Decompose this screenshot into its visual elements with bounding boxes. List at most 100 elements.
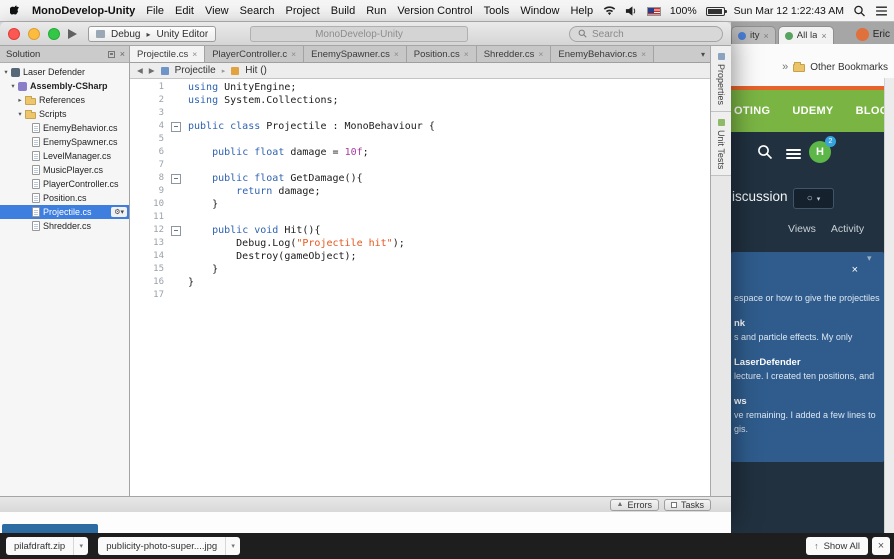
code-line[interactable]: 17	[130, 289, 710, 302]
run-configuration-selector[interactable]: Debug ▸ Unity Editor	[88, 26, 217, 42]
panel-close-icon[interactable]: ×	[852, 264, 858, 276]
browser-tab-ity[interactable]: ity ×	[731, 26, 776, 44]
input-language-flag-icon[interactable]	[646, 6, 661, 16]
window-zoom-button[interactable]	[48, 28, 60, 40]
navigate-back-icon[interactable]: ◀	[137, 66, 143, 75]
code-line[interactable]: 8 public float GetDamage(){	[130, 172, 710, 185]
discussion-filter-dropdown[interactable]: ○ ▾	[793, 188, 834, 209]
editor-tab-projectile-cs[interactable]: Projectile.cs ×	[130, 46, 206, 62]
browser-tab-all-la[interactable]: All la ×	[777, 26, 834, 44]
editor-tab-position-cs[interactable]: Position.cs ×	[406, 46, 477, 62]
section-tab-activity[interactable]: Activity	[831, 223, 864, 235]
active-app-menu[interactable]: MonoDevelop-Unity	[32, 5, 135, 17]
dock-tab-properties[interactable]: Properties	[711, 46, 731, 113]
tasks-button[interactable]: Tasks	[663, 498, 711, 511]
toolbar-search-field[interactable]: Search	[569, 26, 723, 42]
tab-close-icon[interactable]: ×	[192, 49, 197, 59]
menu-window[interactable]: Window	[520, 5, 559, 17]
code-line[interactable]: 3	[130, 107, 710, 120]
navigate-forward-icon[interactable]: ▶	[149, 66, 155, 75]
menu-view[interactable]: View	[205, 5, 229, 17]
breadcrumb-class[interactable]: Projectile	[175, 65, 216, 76]
tree-item-assembly-csharp[interactable]: ▾ Assembly-CSharp	[0, 79, 129, 93]
collapse-chevron-icon[interactable]: ▾	[867, 253, 872, 264]
menu-edit[interactable]: Edit	[175, 5, 194, 17]
tab-close-icon[interactable]: ×	[394, 49, 399, 59]
notification-center-icon[interactable]	[875, 5, 888, 17]
expander-icon[interactable]: ▾	[16, 110, 24, 118]
code-line[interactable]: 9 return damage;	[130, 185, 710, 198]
window-close-button[interactable]	[8, 28, 20, 40]
code-line[interactable]: 13 Debug.Log("Projectile hit");	[130, 237, 710, 250]
menu-bar-clock[interactable]: Sun Mar 12 1:22:43 AM	[734, 5, 844, 17]
menu-run[interactable]: Run	[366, 5, 386, 17]
expander-icon[interactable]: ▾	[2, 68, 10, 76]
code-line[interactable]: 10 }	[130, 198, 710, 211]
tree-item-projectile-cs[interactable]: Projectile.cs ⚙▾	[0, 205, 129, 219]
tree-item-musicplayer-cs[interactable]: MusicPlayer.cs	[0, 163, 129, 177]
spotlight-search-icon[interactable]	[853, 5, 866, 17]
page-scrollbar[interactable]	[884, 78, 894, 533]
tree-item-levelmanager-cs[interactable]: LevelManager.cs	[0, 149, 129, 163]
code-line[interactable]: 5	[130, 133, 710, 146]
menu-version-control[interactable]: Version Control	[397, 5, 472, 17]
editor-tab-playercontroller-c[interactable]: PlayerController.c ×	[205, 46, 305, 62]
fold-marker[interactable]	[170, 224, 182, 237]
other-bookmarks-label[interactable]: Other Bookmarks	[810, 62, 888, 73]
editor-tab-enemybehavior-cs[interactable]: EnemyBehavior.cs ×	[551, 46, 655, 62]
download-caret-icon[interactable]: ▾	[225, 537, 240, 555]
download-shelf-close-icon[interactable]: ×	[872, 537, 890, 555]
close-pad-icon[interactable]: ×	[120, 49, 125, 59]
wifi-icon[interactable]	[603, 5, 616, 17]
tree-item-playercontroller-cs[interactable]: PlayerController.cs	[0, 177, 129, 191]
code-line[interactable]: 4 public class Projectile : MonoBehaviour…	[130, 120, 710, 133]
expander-icon[interactable]: ▸	[16, 96, 24, 104]
apple-menu-icon[interactable]	[10, 4, 22, 18]
errors-button[interactable]: ▲ Errors	[609, 498, 659, 511]
download-item-pilafdraft-zip[interactable]: pilafdraft.zip ▾	[6, 537, 89, 555]
downloads-show-all-button[interactable]: ↑ Show All	[806, 537, 868, 555]
tab-close-icon[interactable]: ×	[821, 31, 826, 41]
gear-dropdown-icon[interactable]: ⚙▾	[111, 207, 127, 217]
tree-item-shredder-cs[interactable]: Shredder.cs	[0, 219, 129, 233]
menu-help[interactable]: Help	[570, 5, 593, 17]
menu-file[interactable]: File	[146, 5, 164, 17]
fold-marker[interactable]	[170, 120, 182, 133]
site-search-icon[interactable]	[757, 144, 773, 165]
section-tab-views[interactable]: Views	[788, 223, 816, 235]
nav-link-oting[interactable]: OTING	[734, 105, 770, 117]
tree-item-laser-defender[interactable]: ▾ Laser Defender	[0, 65, 129, 79]
volume-icon[interactable]	[625, 5, 638, 17]
tree-item-enemybehavior-cs[interactable]: EnemyBehavior.cs	[0, 121, 129, 135]
download-caret-icon[interactable]: ▾	[73, 537, 88, 555]
expander-icon[interactable]: ▾	[9, 82, 17, 90]
download-item-publicity-photo-super-jpg[interactable]: publicity-photo-super....jpg ▾	[98, 537, 241, 555]
tab-close-icon[interactable]: ×	[764, 31, 769, 41]
editor-tab-shredder-cs[interactable]: Shredder.cs ×	[476, 46, 552, 62]
code-line[interactable]: 14 Destroy(gameObject);	[130, 250, 710, 263]
dock-tab-unit-tests[interactable]: Unit Tests	[711, 112, 731, 177]
tree-item-references[interactable]: ▸ References	[0, 93, 129, 107]
breadcrumb-member[interactable]: Hit ()	[245, 65, 267, 76]
tab-overflow-icon[interactable]: ▾	[696, 50, 710, 59]
tab-close-icon[interactable]: ×	[291, 49, 296, 59]
code-line[interactable]: 11	[130, 211, 710, 224]
code-editor[interactable]: 1 using UnityEngine; 2 using System.Collect…	[130, 79, 710, 496]
editor-tab-enemyspawner-cs[interactable]: EnemySpawner.cs ×	[304, 46, 407, 62]
menu-tools[interactable]: Tools	[484, 5, 510, 17]
chrome-profile-button[interactable]: Eric	[855, 26, 890, 42]
tab-close-icon[interactable]: ×	[641, 49, 646, 59]
menu-search[interactable]: Search	[240, 5, 275, 17]
code-line[interactable]: 2 using System.Collections;	[130, 94, 710, 107]
tree-item-position-cs[interactable]: Position.cs	[0, 191, 129, 205]
auto-hide-icon[interactable]	[107, 50, 115, 58]
hamburger-menu-icon[interactable]	[786, 149, 801, 161]
code-line[interactable]: 1 using UnityEngine;	[130, 81, 710, 94]
fold-marker[interactable]	[170, 172, 182, 185]
menu-build[interactable]: Build	[331, 5, 355, 17]
tab-close-icon[interactable]: ×	[538, 49, 543, 59]
bookmarks-overflow-icon[interactable]: »	[782, 61, 788, 73]
tree-item-enemyspawner-cs[interactable]: EnemySpawner.cs	[0, 135, 129, 149]
code-line[interactable]: 6 public float damage = 10f;	[130, 146, 710, 159]
nav-link-udemy[interactable]: UDEMY	[792, 105, 833, 117]
